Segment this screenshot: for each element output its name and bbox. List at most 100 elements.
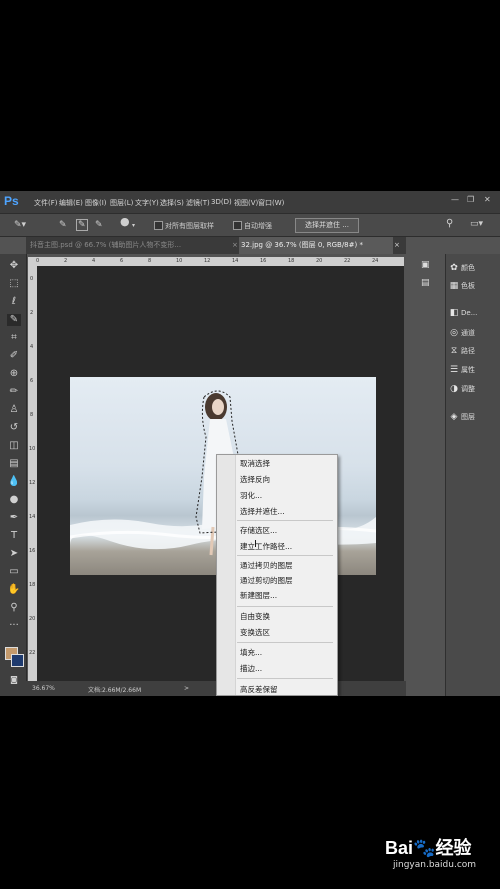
menu-separator — [237, 678, 333, 679]
pen-tool-icon[interactable]: ✒ — [7, 512, 21, 524]
menu-item-high-pass[interactable]: 高反差保留 — [240, 684, 278, 695]
rectangle-tool-icon[interactable]: ▭ — [7, 566, 21, 578]
menu-edit[interactable]: 编辑(E) — [59, 198, 83, 208]
type-tool-icon[interactable]: T — [7, 530, 21, 542]
eyedropper-tool-icon[interactable]: ✐ — [7, 350, 21, 362]
move-tool-icon[interactable]: ✥ — [7, 260, 21, 272]
ruler-tick: 2 — [64, 258, 68, 264]
menu-view[interactable]: 视图(V) — [234, 198, 258, 208]
paths-icon: ⧖ — [450, 346, 458, 356]
more-tools-icon[interactable]: ··· — [7, 620, 21, 632]
panel-label: 图层 — [461, 413, 475, 421]
menu-image[interactable]: 图像(I) — [85, 198, 107, 208]
zoom-level[interactable]: 36.67% — [32, 685, 55, 692]
panel-label: 通道 — [461, 329, 475, 337]
menu-item-layer-via-cut[interactable]: 通过剪切的图层 — [240, 575, 293, 586]
sample-all-layers-checkbox[interactable] — [154, 221, 163, 230]
gradient-tool-icon[interactable]: ▤ — [7, 458, 21, 470]
ruler-tick: 8 — [30, 412, 34, 418]
panel-swatches[interactable]: ▦ 色板 — [447, 276, 500, 296]
ruler-tick: 16 — [260, 258, 267, 264]
quick-mask-icon[interactable]: ◙ — [7, 674, 21, 686]
document-size: 文档:2.66M/2.66M — [88, 687, 142, 694]
menu-item-stroke[interactable]: 描边... — [240, 663, 262, 674]
menu-item-fill[interactable]: 填充... — [240, 647, 262, 658]
menu-item-deselect[interactable]: 取消选择 — [240, 458, 270, 469]
close-tab-icon[interactable]: × — [394, 237, 402, 254]
ruler-tick: 16 — [29, 548, 36, 554]
menu-select[interactable]: 选择(S) — [160, 198, 184, 208]
context-menu-gutter — [217, 455, 236, 695]
panel-label: 属性 — [461, 366, 475, 374]
menu-item-save-selection[interactable]: 存储选区... — [240, 525, 277, 536]
ruler-tick: 14 — [232, 258, 239, 264]
menu-separator — [237, 606, 333, 607]
watermark-brand: Bai — [385, 838, 414, 858]
menu-window[interactable]: 窗口(W) — [258, 198, 284, 208]
minimize-icon[interactable]: — — [451, 195, 459, 204]
healing-brush-icon[interactable]: ⊕ — [7, 368, 21, 380]
tab-jpg[interactable]: 32.jpg @ 36.7% (图层 0, RGB/8#) * — [239, 237, 393, 254]
chevron-down-icon[interactable]: ▾ — [132, 221, 135, 231]
hand-tool-icon[interactable]: ✋ — [7, 584, 21, 596]
tab-psd[interactable]: 抖音主图.psd @ 66.7% (辅助图片人物不变形... — [30, 237, 230, 254]
workspace-icon[interactable]: ▭▾ — [470, 219, 483, 229]
panel-device[interactable]: ◧ De... — [447, 303, 500, 323]
menu-file[interactable]: 文件(F) — [34, 198, 58, 208]
menu-layer[interactable]: 图层(L) — [110, 198, 133, 208]
new-selection-icon[interactable]: ✎ — [59, 220, 67, 230]
history-brush-icon[interactable]: ↺ — [7, 422, 21, 434]
ruler-tick: 8 — [148, 258, 152, 264]
auto-enhance-label: 自动增强 — [244, 222, 272, 230]
menu-item-make-work-path[interactable]: 建立工作路径... — [240, 541, 292, 552]
document-tabs: 抖音主图.psd @ 66.7% (辅助图片人物不变形... × 32.jpg … — [26, 237, 406, 254]
marquee-tool-icon[interactable]: ⬚ — [7, 278, 21, 290]
menu-item-feather[interactable]: 羽化... — [240, 490, 262, 501]
close-icon[interactable]: ✕ — [484, 195, 491, 204]
auto-enhance-checkbox[interactable] — [233, 221, 242, 230]
brush-tool-icon[interactable]: ✏ — [7, 386, 21, 398]
menu-item-select-and-mask[interactable]: 选择并遮住... — [240, 506, 285, 517]
history-icon[interactable]: ▣ — [421, 260, 430, 270]
panel-color[interactable]: ✿ 颜色 — [447, 258, 500, 278]
menu-item-select-inverse[interactable]: 选择反向 — [240, 474, 270, 485]
background-color-swatch[interactable] — [11, 654, 24, 667]
tab-psd-label: 抖音主图.psd @ 66.7% (辅助图片人物不变形... — [30, 241, 182, 249]
panel-dock-left: ▣ ▤ — [407, 254, 446, 696]
add-to-selection-icon[interactable]: ✎ — [76, 219, 88, 231]
crop-tool-icon[interactable]: ⌗ — [7, 332, 21, 344]
clone-stamp-icon[interactable]: ♙ — [7, 404, 21, 416]
menu-type[interactable]: 文字(Y) — [135, 198, 159, 208]
quick-selection-tool-icon[interactable]: ✎ — [7, 314, 21, 326]
dodge-tool-icon[interactable]: ● — [7, 494, 21, 506]
brush-settings-icon[interactable]: ▤ — [421, 278, 430, 288]
device-icon: ◧ — [449, 308, 459, 318]
panel-adjustments[interactable]: ◑ 调整 — [447, 379, 500, 399]
menu-item-free-transform[interactable]: 自由变换 — [240, 611, 270, 622]
menu-3d[interactable]: 3D(D) — [211, 198, 232, 206]
ruler-tick: 10 — [29, 446, 36, 452]
brush-size-icon[interactable]: ● — [120, 216, 130, 227]
blur-tool-icon[interactable]: 💧 — [7, 476, 21, 488]
menu-item-new-layer[interactable]: 新建图层... — [240, 590, 277, 601]
zoom-tool-icon[interactable]: ⚲ — [7, 602, 21, 614]
menu-item-layer-via-copy[interactable]: 通过拷贝的图层 — [240, 560, 293, 571]
panel-paths[interactable]: ⧖ 路径 — [447, 341, 500, 361]
ruler-tick: 0 — [30, 276, 34, 282]
panel-layers[interactable]: ◈ 图层 — [447, 407, 500, 427]
search-icon[interactable]: ⚲ — [446, 219, 453, 229]
menu-item-transform-selection[interactable]: 变换选区 — [240, 627, 270, 638]
panel-properties[interactable]: ☰ 属性 — [447, 360, 500, 380]
select-and-mask-button[interactable]: 选择并遮住 ... — [295, 218, 359, 233]
ruler-tick: 24 — [372, 258, 379, 264]
quick-selection-preset-icon[interactable]: ✎▾ — [14, 220, 26, 230]
path-selection-icon[interactable]: ➤ — [7, 548, 21, 560]
panel-channels[interactable]: ◎ 通道 — [447, 323, 500, 343]
eraser-tool-icon[interactable]: ◫ — [7, 440, 21, 452]
subtract-selection-icon[interactable]: ✎ — [95, 220, 103, 230]
status-arrow-icon[interactable]: > — [184, 685, 189, 692]
lasso-tool-icon[interactable]: ℓ — [7, 296, 21, 308]
restore-icon[interactable]: ❐ — [467, 195, 474, 204]
menu-filter[interactable]: 滤镜(T) — [186, 198, 210, 208]
ruler-top: 0 2 4 6 8 10 12 14 16 18 20 22 24 — [28, 257, 404, 266]
